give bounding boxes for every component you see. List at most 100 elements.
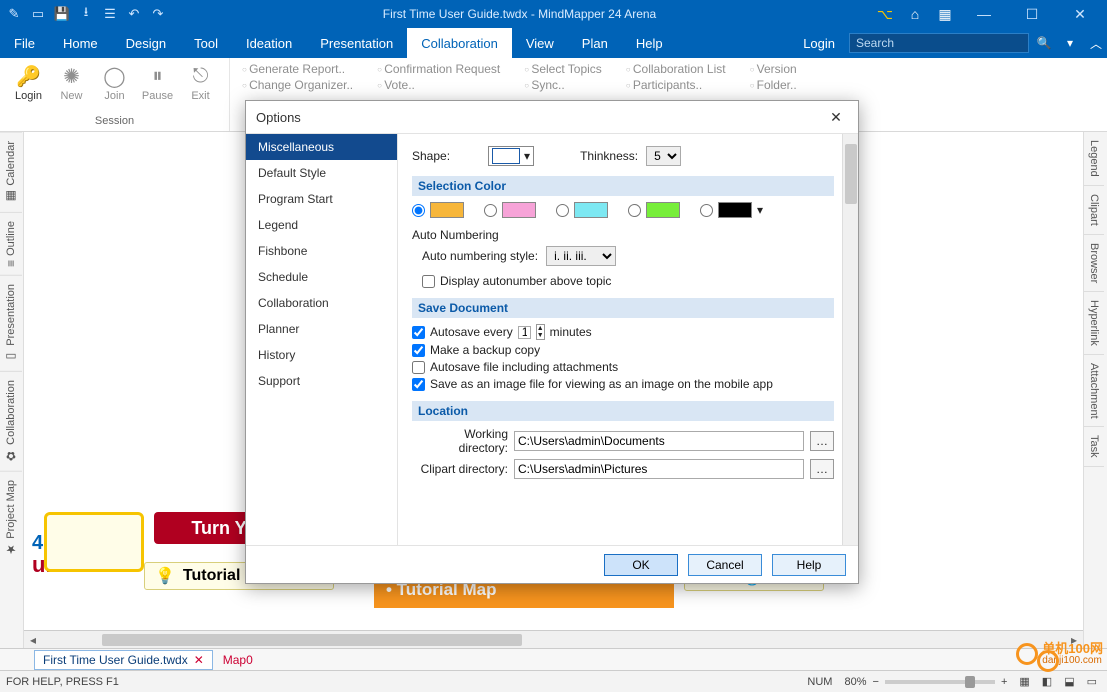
search-dropdown-icon[interactable]: ▾: [1059, 32, 1081, 54]
zoom-in-icon[interactable]: +: [1001, 676, 1007, 688]
ribbon-link[interactable]: Sync..: [524, 78, 602, 92]
working-dir-browse-button[interactable]: …: [810, 431, 834, 451]
ribbon-link[interactable]: Select Topics: [524, 62, 602, 76]
auto-number-above-checkbox[interactable]: Display autonumber above topic: [422, 274, 834, 288]
ribbon-link[interactable]: Version: [750, 62, 797, 76]
horizontal-scrollbar[interactable]: ◂ ▸: [24, 630, 1083, 648]
left-tab-calendar[interactable]: ▦Calendar: [0, 132, 22, 212]
status-icon[interactable]: ▭: [1087, 675, 1097, 688]
scroll-left-icon[interactable]: ◂: [24, 633, 42, 647]
side-history[interactable]: History: [246, 342, 397, 368]
color-pink[interactable]: [484, 202, 536, 218]
qat-list-icon[interactable]: ☰: [102, 6, 118, 22]
left-tab-projectmap[interactable]: ★Project Map: [0, 471, 22, 565]
ribbon-join-button[interactable]: ◯Join: [96, 62, 133, 115]
qat-undo-icon[interactable]: ↶: [126, 6, 142, 22]
zoom-knob[interactable]: [965, 676, 975, 688]
doc-tab-map0[interactable]: Map0: [213, 651, 263, 669]
menu-plan[interactable]: Plan: [568, 28, 622, 58]
qat-import-icon[interactable]: ⭳: [78, 6, 94, 22]
right-tab-legend[interactable]: Legend: [1084, 132, 1104, 186]
side-program-start[interactable]: Program Start: [246, 186, 397, 212]
ribbon-link[interactable]: Collaboration List: [626, 62, 726, 76]
backup-checkbox[interactable]: Make a backup copy: [412, 343, 834, 357]
minimize-button[interactable]: —: [965, 6, 1003, 22]
menu-file[interactable]: File: [0, 28, 49, 58]
side-fishbone[interactable]: Fishbone: [246, 238, 397, 264]
side-collaboration[interactable]: Collaboration: [246, 290, 397, 316]
ribbon-exit-button[interactable]: ⎋Exit: [182, 62, 219, 115]
calendar-icon[interactable]: ▦: [935, 4, 955, 24]
ribbon-link[interactable]: Folder..: [750, 78, 797, 92]
color-green[interactable]: [628, 202, 680, 218]
zoom-slider[interactable]: [885, 680, 995, 684]
right-tab-clipart[interactable]: Clipart: [1084, 186, 1104, 235]
color-cyan[interactable]: [556, 202, 608, 218]
doc-tab-active[interactable]: First Time User Guide.twdx✕: [34, 650, 213, 670]
side-schedule[interactable]: Schedule: [246, 264, 397, 290]
collapse-ribbon-icon[interactable]: ︿: [1085, 32, 1107, 54]
menu-tool[interactable]: Tool: [180, 28, 232, 58]
qat-icon[interactable]: ✎: [6, 6, 22, 22]
search-box[interactable]: Search: [849, 33, 1029, 53]
qat-save-icon[interactable]: 💾: [54, 6, 70, 22]
zoom-control[interactable]: 80% − +: [844, 676, 1007, 688]
menu-ideation[interactable]: Ideation: [232, 28, 306, 58]
zoom-out-icon[interactable]: −: [873, 676, 879, 688]
right-tab-hyperlink[interactable]: Hyperlink: [1084, 292, 1104, 355]
menu-login[interactable]: Login: [789, 28, 849, 58]
right-tab-task[interactable]: Task: [1084, 427, 1104, 467]
menu-help[interactable]: Help: [622, 28, 677, 58]
qat-new-icon[interactable]: ▭: [30, 6, 46, 22]
ribbon-link[interactable]: Confirmation Request: [377, 62, 500, 76]
ribbon-link[interactable]: Generate Report..: [242, 62, 353, 76]
close-button[interactable]: ✕: [1061, 6, 1099, 23]
ribbon-link[interactable]: Vote..: [377, 78, 500, 92]
menu-presentation[interactable]: Presentation: [306, 28, 407, 58]
color-black[interactable]: ▾: [700, 202, 763, 218]
status-icon[interactable]: ⬓: [1064, 675, 1074, 688]
left-tab-presentation[interactable]: ▭Presentation: [0, 275, 22, 372]
color-orange[interactable]: [412, 202, 464, 218]
side-planner[interactable]: Planner: [246, 316, 397, 342]
autosave-checkbox[interactable]: Autosave every ▲▼ minutes: [412, 324, 834, 340]
side-support[interactable]: Support: [246, 368, 397, 394]
side-legend[interactable]: Legend: [246, 212, 397, 238]
clipart-dir-browse-button[interactable]: …: [810, 459, 834, 479]
right-tab-browser[interactable]: Browser: [1084, 235, 1104, 292]
close-tab-icon[interactable]: ✕: [194, 653, 204, 667]
attachments-checkbox[interactable]: Autosave file including attachments: [412, 360, 834, 374]
dialog-scroll-thumb[interactable]: [845, 144, 857, 204]
ribbon-login-button[interactable]: 🔑Login: [10, 62, 47, 115]
ribbon-link[interactable]: Change Organizer..: [242, 78, 353, 92]
maximize-button[interactable]: ☐: [1013, 6, 1051, 23]
status-icon[interactable]: ▦: [1019, 675, 1029, 688]
qat-redo-icon[interactable]: ↷: [150, 6, 166, 22]
menu-design[interactable]: Design: [112, 28, 180, 58]
side-default-style[interactable]: Default Style: [246, 160, 397, 186]
ribbon-pause-button[interactable]: ⏸Pause: [139, 62, 176, 115]
help-button[interactable]: Help: [772, 554, 846, 576]
ok-button[interactable]: OK: [604, 554, 678, 576]
working-dir-input[interactable]: [514, 431, 804, 451]
node-topic-box[interactable]: [44, 512, 144, 572]
menu-view[interactable]: View: [512, 28, 568, 58]
status-icon[interactable]: ◧: [1042, 675, 1052, 688]
thickness-select[interactable]: 5: [646, 146, 681, 166]
home-icon[interactable]: ⌂: [905, 4, 925, 24]
menu-home[interactable]: Home: [49, 28, 112, 58]
right-tab-attachment[interactable]: Attachment: [1084, 355, 1104, 428]
autosave-minutes-input[interactable]: [518, 326, 531, 339]
auto-number-select[interactable]: i. ii. iii.: [546, 246, 616, 266]
dialog-scrollbar[interactable]: [842, 134, 858, 545]
left-tab-collaboration[interactable]: ✿Collaboration: [0, 371, 22, 471]
side-miscellaneous[interactable]: Miscellaneous: [246, 134, 397, 160]
left-tab-outline[interactable]: ≡Outline: [0, 212, 22, 275]
dialog-close-button[interactable]: ✕: [824, 105, 848, 129]
search-icon[interactable]: 🔍: [1033, 32, 1055, 54]
ribbon-link[interactable]: Participants..: [626, 78, 726, 92]
clipart-dir-input[interactable]: [514, 459, 804, 479]
menu-collaboration[interactable]: Collaboration: [407, 28, 512, 58]
shape-select[interactable]: ▾: [488, 146, 534, 166]
scroll-thumb[interactable]: [102, 634, 522, 646]
